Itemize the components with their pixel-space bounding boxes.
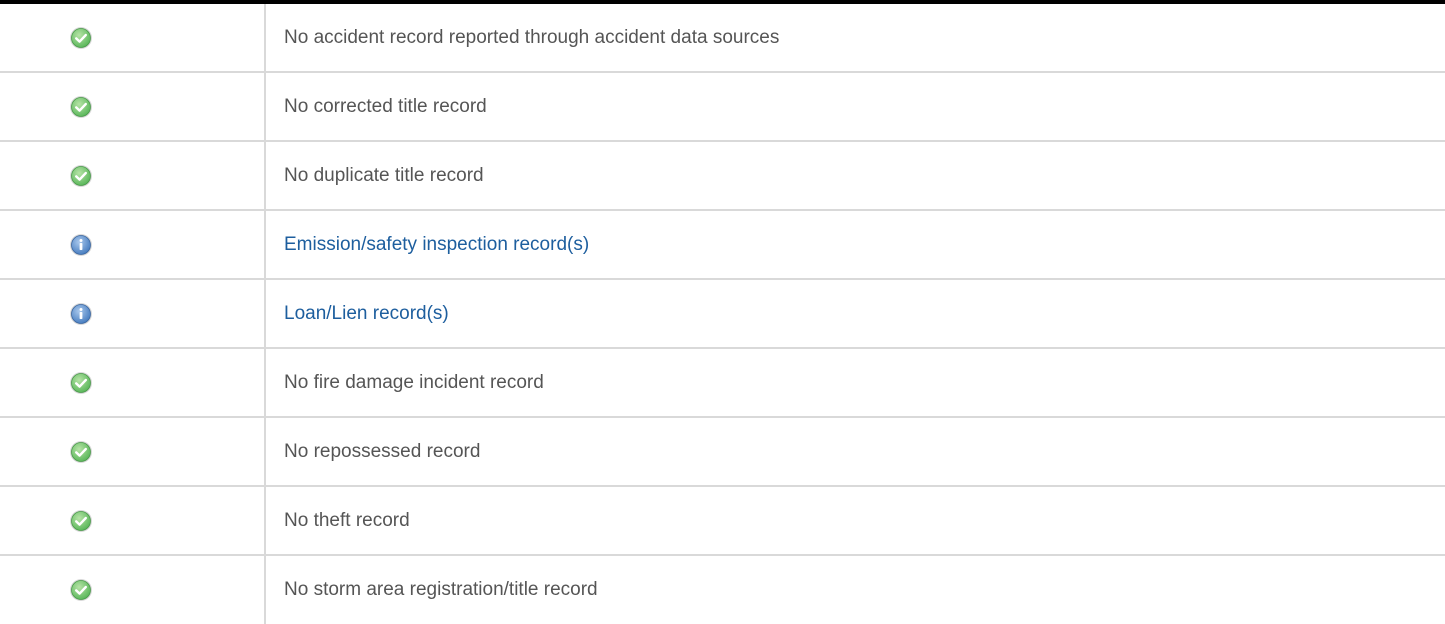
record-row-repossessed: No repossessed record xyxy=(0,418,1445,487)
record-icon-cell xyxy=(0,418,266,485)
record-text: No corrected title record xyxy=(284,95,487,117)
record-icon-cell xyxy=(0,487,266,554)
record-row-theft: No theft record xyxy=(0,487,1445,556)
check-circle-icon xyxy=(69,578,93,602)
record-check-list: No accident record reported through acci… xyxy=(0,4,1445,624)
record-icon-cell xyxy=(0,211,266,278)
record-text: No storm area registration/title record xyxy=(284,579,598,600)
check-circle-icon xyxy=(69,440,93,464)
record-row-corrected-title: No corrected title record xyxy=(0,73,1445,142)
record-text: No theft record xyxy=(284,509,410,531)
check-circle-icon xyxy=(69,509,93,533)
record-text: No fire damage incident record xyxy=(284,371,544,393)
record-icon-cell xyxy=(0,280,266,347)
record-icon-cell xyxy=(0,556,266,624)
record-row-accident: No accident record reported through acci… xyxy=(0,4,1445,73)
record-text: No accident record reported through acci… xyxy=(284,26,780,48)
check-circle-icon xyxy=(69,95,93,119)
record-icon-cell xyxy=(0,142,266,209)
record-row-emission-inspection: Emission/safety inspection record(s) xyxy=(0,211,1445,280)
record-icon-cell xyxy=(0,4,266,71)
record-row-duplicate-title: No duplicate title record xyxy=(0,142,1445,211)
record-row-storm-area: No storm area registration/title record xyxy=(0,556,1445,624)
record-icon-cell xyxy=(0,73,266,140)
check-circle-icon xyxy=(69,164,93,188)
record-row-loan-lien: Loan/Lien record(s) xyxy=(0,280,1445,349)
info-circle-icon xyxy=(69,233,93,257)
emission-inspection-link[interactable]: Emission/safety inspection record(s) xyxy=(284,211,589,278)
loan-lien-link[interactable]: Loan/Lien record(s) xyxy=(284,280,449,347)
check-circle-icon xyxy=(69,26,93,50)
record-row-fire-damage: No fire damage incident record xyxy=(0,349,1445,418)
record-text: No repossessed record xyxy=(284,440,481,462)
record-icon-cell xyxy=(0,349,266,416)
check-circle-icon xyxy=(69,371,93,395)
info-circle-icon xyxy=(69,302,93,326)
record-text: No duplicate title record xyxy=(284,164,484,186)
